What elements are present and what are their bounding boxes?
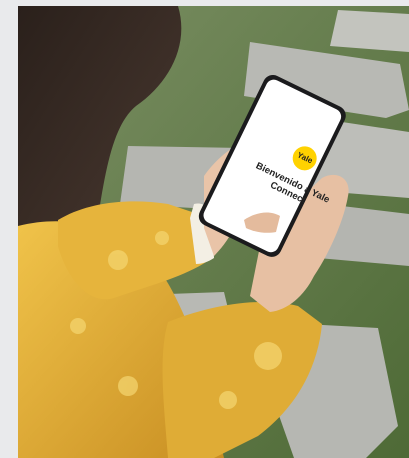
photo: Yale Bienvenido a Yale Connect (18, 6, 409, 458)
welcome-title: Bienvenido a Yale Connect (253, 160, 332, 207)
yale-logo: Yale (288, 142, 321, 175)
